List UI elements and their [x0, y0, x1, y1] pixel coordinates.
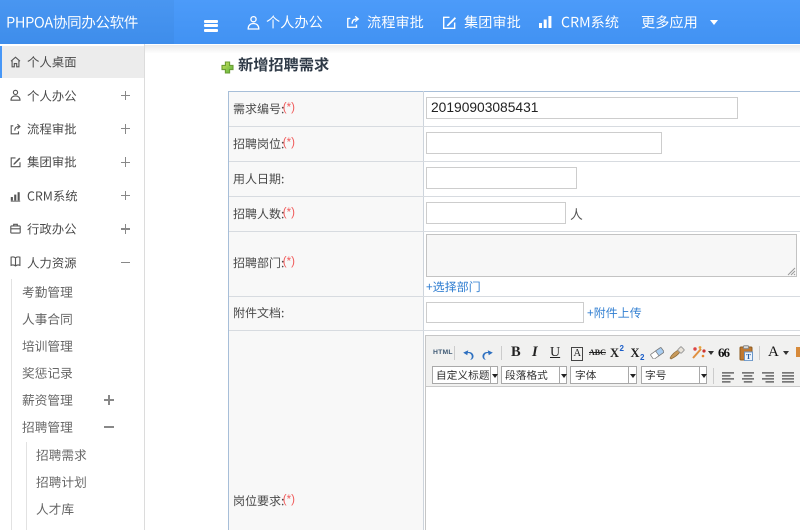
svg-text:T: T — [746, 352, 751, 361]
